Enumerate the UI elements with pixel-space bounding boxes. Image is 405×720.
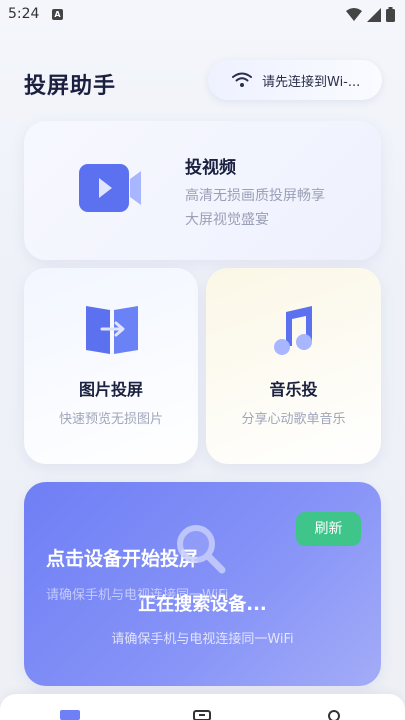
photo-book-icon	[86, 306, 138, 354]
profile-tab-icon[interactable]	[326, 710, 342, 720]
photo-card-desc: 快速预览无损图片	[58, 412, 163, 427]
page-title: 投屏助手	[24, 74, 117, 99]
bottom-nav	[0, 694, 405, 720]
cell-signal-icon	[367, 7, 381, 22]
photo-card-title: 图片投屏	[78, 380, 143, 399]
refresh-button[interactable]: 刷新	[296, 512, 361, 546]
records-tab-icon[interactable]	[193, 710, 211, 720]
search-icon	[177, 525, 226, 574]
status-time: 5:24	[8, 6, 40, 22]
wifi-icon	[232, 72, 252, 87]
video-cast-card[interactable]: 投视频 高清无损画质投屏畅享 大屏视觉盛宴	[24, 121, 381, 260]
wifi-signal-icon	[346, 7, 362, 21]
music-card-desc: 分享心动歌单音乐	[241, 412, 346, 427]
music-note-icon	[274, 306, 312, 355]
searching-status: 正在搜索设备...	[138, 594, 267, 615]
video-card-desc: 大屏视觉盛宴	[185, 212, 269, 228]
music-card-title: 音乐投	[269, 380, 318, 399]
battery-icon	[386, 7, 395, 22]
wifi-connect-button[interactable]: 请先连接到Wi-...	[208, 60, 382, 100]
status-bar: 5:24 A	[0, 0, 405, 30]
video-card-title: 投视频	[185, 158, 236, 178]
home-tab-icon[interactable]	[60, 710, 80, 720]
wifi-label: 请先连接到Wi-...	[262, 74, 361, 90]
video-camera-icon	[79, 164, 141, 212]
notification-icon: A	[52, 9, 63, 20]
video-card-desc: 高清无损画质投屏畅享	[185, 188, 325, 204]
photo-cast-card[interactable]: 图片投屏 快速预览无损图片	[24, 268, 198, 464]
device-connect-card[interactable]: 点击设备开始投屏 请确保手机与电视连接同一WiFi 刷新 正在搜索设备... 请…	[24, 482, 381, 686]
searching-hint: 请确保手机与电视连接同一WiFi	[111, 632, 294, 647]
music-cast-card[interactable]: 音乐投 分享心动歌单音乐	[206, 268, 381, 464]
